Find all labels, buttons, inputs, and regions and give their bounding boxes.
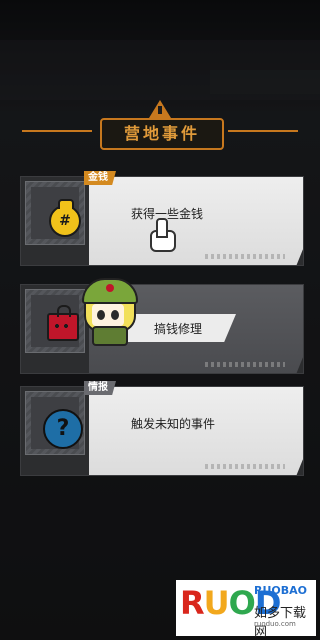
character-portrait — [78, 278, 138, 348]
pointer-hand-icon — [150, 218, 176, 252]
watermark-brand: RUOBAO — [254, 584, 308, 597]
card-tag: 金钱 — [84, 171, 116, 185]
card-tag: 情报 — [84, 381, 116, 395]
red-toolbox-icon — [47, 305, 79, 341]
watermark: RUOD RUOBAO 如多下载网 ruoduo.com — [176, 580, 316, 640]
header-divider-right — [228, 130, 298, 132]
card-stripes — [205, 362, 285, 367]
card-icon-bg: # — [31, 187, 81, 239]
event-card-info[interactable]: ? 情报 触发未知的事件 — [20, 381, 304, 476]
card-icon-frame: ? — [25, 391, 85, 455]
header-title: 营地事件 — [100, 118, 224, 150]
warning-icon — [149, 100, 171, 118]
card-icon-bg — [31, 295, 79, 347]
card-icon-bg: ? — [31, 397, 83, 449]
header-divider-left — [22, 130, 92, 132]
card-stripes — [205, 254, 285, 259]
card-label: 搞钱修理 — [154, 322, 203, 336]
card-label: 触发未知的事件 — [131, 417, 216, 431]
question-icon: ? — [43, 409, 83, 449]
card-icon-frame: # — [25, 181, 85, 245]
card-stripes — [205, 464, 285, 469]
money-bag-icon: # — [49, 199, 81, 237]
watermark-url: ruoduo.com — [254, 620, 296, 628]
card-icon-frame — [25, 289, 85, 353]
